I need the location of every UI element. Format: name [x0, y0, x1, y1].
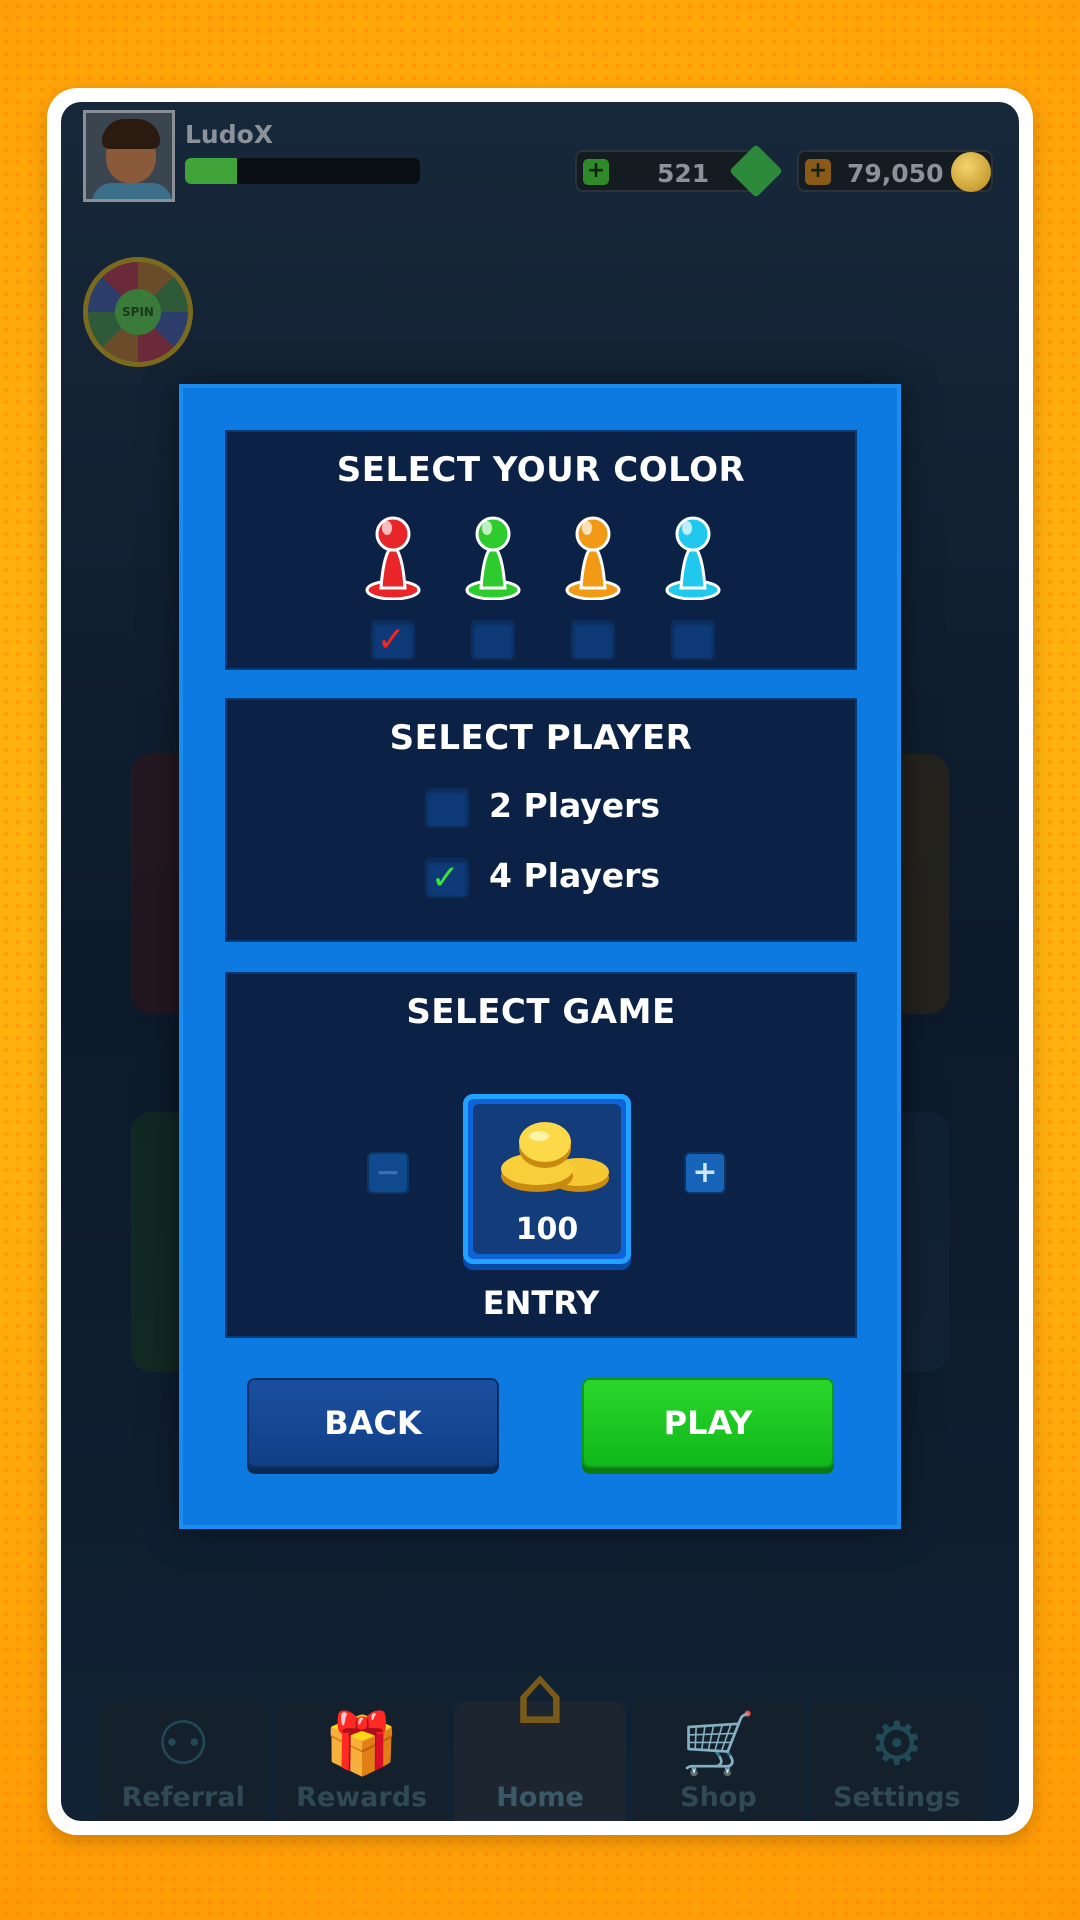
player-panel-title: SELECT PLAYER — [389, 718, 693, 758]
player-panel: SELECT PLAYER 2 Players ✓ 4 Players — [225, 698, 857, 942]
bottom-nav: ⚇ Referral 🎁 Rewards ⌂ Home 🛒 Shop ⚙ Settings — [97, 1656, 984, 1821]
check-icon: ✓ — [431, 858, 460, 898]
spin-label: SPIN — [115, 289, 161, 335]
nav-label: Settings — [833, 1782, 961, 1813]
nav-item-settings[interactable]: ⚙ Settings — [810, 1701, 984, 1821]
nav-item-referral[interactable]: ⚇ Referral — [97, 1701, 270, 1821]
player-option-label-2[interactable]: 4 Players — [489, 856, 660, 895]
referral-icon: ⚇ — [156, 1709, 211, 1779]
nav-label: Home — [496, 1782, 584, 1813]
cart-icon: 🛒 — [681, 1709, 756, 1779]
entry-label: ENTRY — [482, 1284, 600, 1322]
gift-icon: 🎁 — [324, 1709, 399, 1779]
color-checkbox-4[interactable] — [671, 620, 715, 660]
gear-icon: ⚙ — [869, 1709, 924, 1779]
player-option-checkbox-1[interactable] — [425, 788, 469, 828]
username: LudoX — [185, 120, 274, 149]
color-checkbox-2[interactable] — [471, 620, 515, 660]
player-option-label-1[interactable]: 2 Players — [489, 786, 660, 825]
entry-card[interactable]: 100 — [463, 1094, 631, 1264]
nav-label: Shop — [680, 1782, 757, 1813]
avatar[interactable] — [83, 110, 175, 202]
gem-count: 521 — [657, 159, 710, 188]
color-checkbox-1[interactable]: ✓ — [371, 620, 415, 660]
add-coins-button[interactable]: + — [805, 159, 831, 185]
pawn-icon-1[interactable] — [365, 510, 421, 600]
gem-icon — [729, 144, 783, 198]
color-panel: SELECT YOUR COLOR ✓ — [225, 430, 857, 670]
nav-label: Rewards — [296, 1782, 428, 1813]
nav-label: Referral — [121, 1782, 245, 1813]
pawn-icon-4[interactable] — [665, 510, 721, 600]
pawn-icon-3[interactable] — [565, 510, 621, 600]
coin-counter: + 79,050 — [797, 150, 993, 192]
nav-item-rewards[interactable]: 🎁 Rewards — [275, 1701, 448, 1821]
game-panel: SELECT GAME − 100 + ENTRY — [225, 972, 857, 1338]
color-panel-title: SELECT YOUR COLOR — [336, 450, 746, 490]
spin-wheel-button[interactable]: SPIN — [83, 257, 193, 367]
play-button[interactable]: PLAY — [582, 1378, 834, 1468]
check-icon: ✓ — [377, 620, 406, 660]
player-option-checkbox-2[interactable]: ✓ — [425, 858, 469, 898]
nav-item-home[interactable]: ⌂ Home — [453, 1656, 627, 1821]
game-panel-title: SELECT GAME — [406, 992, 676, 1032]
back-button[interactable]: BACK — [247, 1378, 499, 1468]
gem-counter: + 521 — [575, 144, 783, 198]
increase-entry-button[interactable]: + — [684, 1152, 726, 1194]
coins-icon — [501, 1122, 609, 1192]
xp-progress-bar — [185, 158, 420, 184]
entry-amount: 100 — [515, 1212, 579, 1247]
pawn-icon-2[interactable] — [465, 510, 521, 600]
game-setup-dialog: SELECT YOUR COLOR ✓ SELECT PLAYER 2 Play… — [179, 384, 901, 1529]
coin-count: 79,050 — [847, 159, 944, 188]
decrease-entry-button[interactable]: − — [367, 1152, 409, 1194]
coin-icon — [951, 152, 991, 192]
color-checkbox-3[interactable] — [571, 620, 615, 660]
nav-item-shop[interactable]: 🛒 Shop — [632, 1701, 805, 1821]
home-icon: ⌂ — [514, 1649, 566, 1742]
add-gems-button[interactable]: + — [583, 159, 609, 185]
xp-progress-fill — [185, 158, 237, 184]
